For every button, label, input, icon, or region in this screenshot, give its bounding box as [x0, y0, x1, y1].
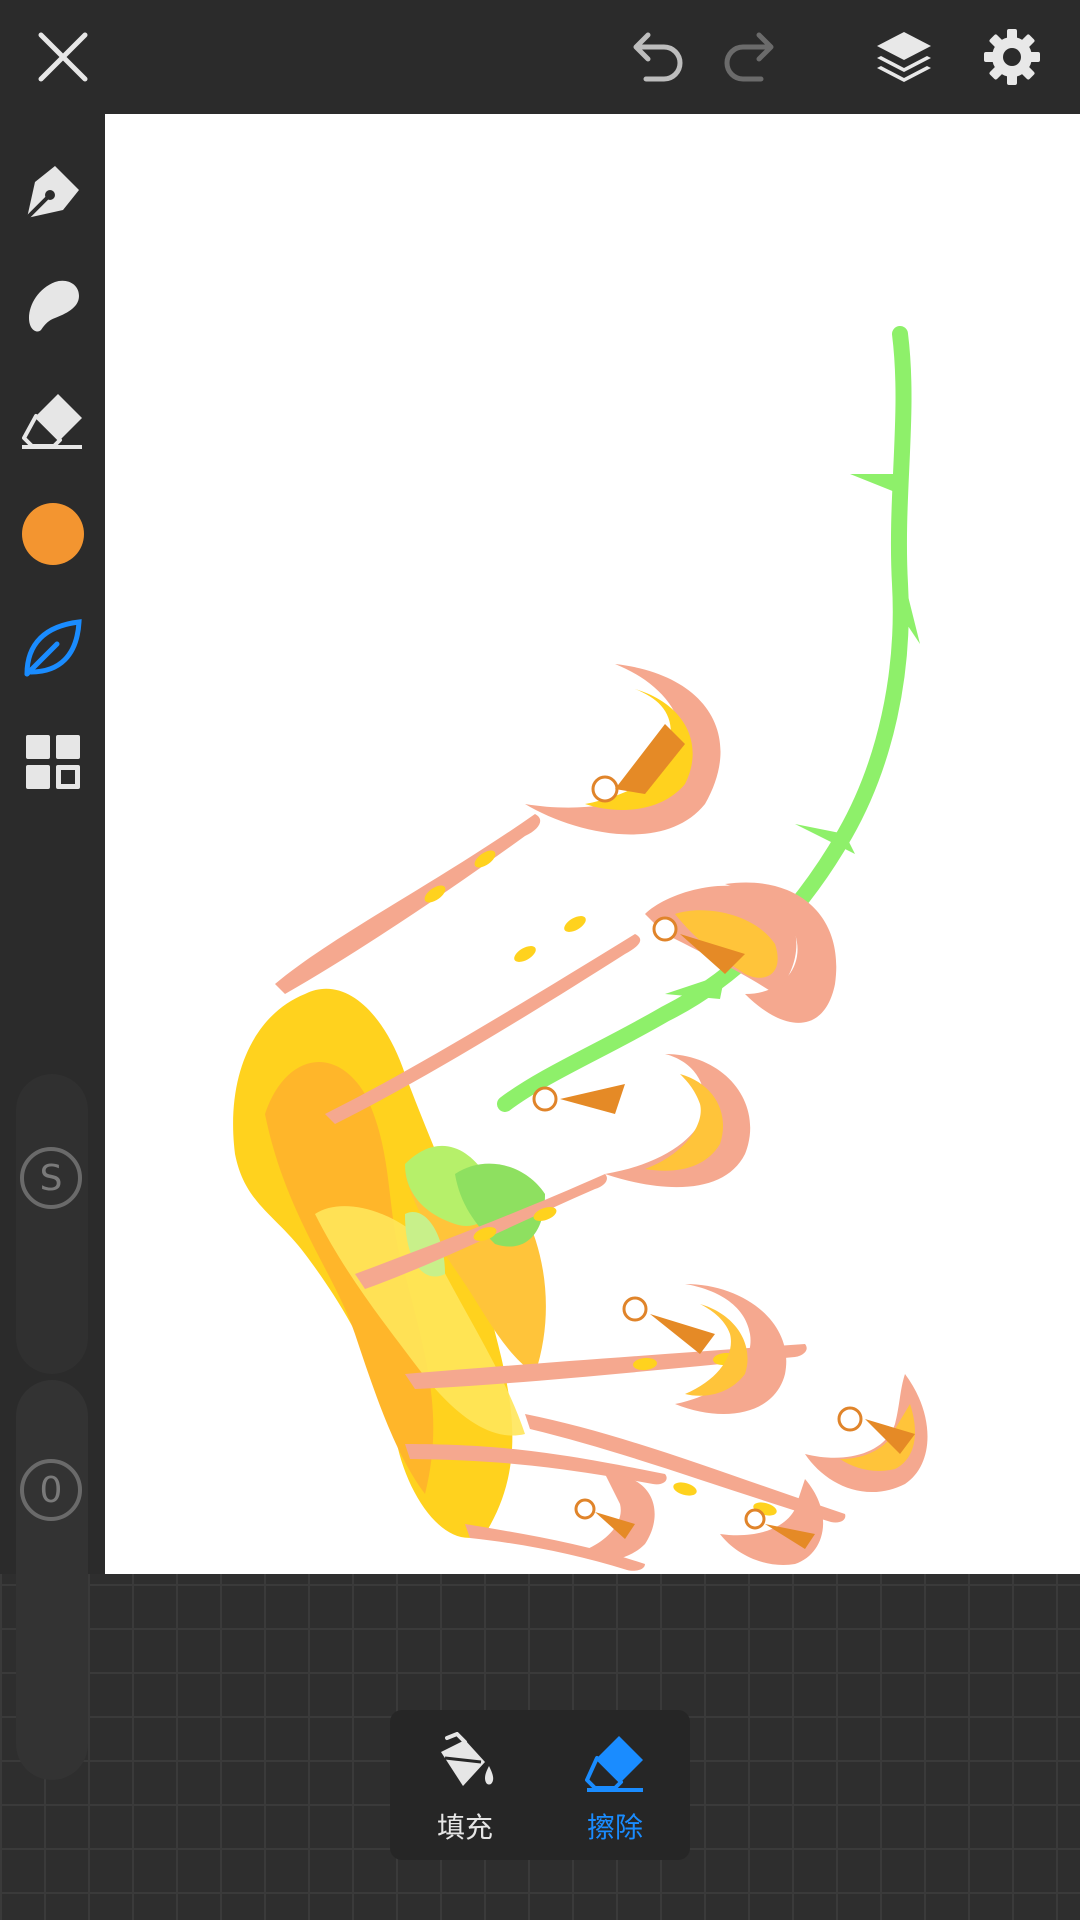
erase-label: 擦除	[586, 1811, 643, 1844]
undo-button[interactable]	[620, 26, 692, 88]
size-slider-thumb[interactable]: S	[20, 1147, 82, 1209]
settings-button[interactable]	[976, 22, 1048, 92]
fill-button[interactable]: 填充	[390, 1710, 540, 1860]
artwork	[233, 326, 928, 1571]
layers-button[interactable]	[868, 22, 940, 92]
size-slider-label: S	[39, 1157, 63, 1199]
layers-icon	[877, 32, 931, 82]
fill-erase-panel: 填充 擦除	[390, 1710, 690, 1860]
eraser-tool[interactable]	[0, 370, 105, 470]
smudge-tool[interactable]	[0, 256, 105, 356]
color-swatch	[21, 503, 84, 565]
grid-tool[interactable]	[0, 712, 105, 812]
opacity-slider-label: 0	[39, 1469, 63, 1511]
eraser-icon	[21, 394, 82, 449]
grid-icon	[25, 735, 80, 789]
top-bar	[0, 0, 1080, 114]
opacity-slider-thumb[interactable]: 0	[20, 1459, 82, 1521]
pen-nib-icon	[25, 166, 79, 220]
leaf-icon	[24, 619, 82, 677]
erase-button[interactable]: 擦除	[540, 1710, 690, 1860]
fill-label: 填充	[436, 1811, 493, 1844]
gear-icon	[984, 29, 1040, 85]
smudge-icon	[28, 280, 79, 332]
redo-icon	[724, 32, 774, 82]
color-picker[interactable]	[0, 484, 105, 584]
eraser-icon	[585, 1736, 643, 1792]
drawing-canvas[interactable]	[105, 114, 1080, 1574]
paint-bucket-icon	[441, 1732, 494, 1786]
pen-tool[interactable]	[0, 142, 105, 242]
redo-button[interactable]	[715, 26, 787, 88]
tool-sidebar: S	[0, 114, 105, 1574]
close-button[interactable]	[30, 26, 96, 88]
brush-tool[interactable]	[0, 598, 105, 698]
opacity-slider[interactable]	[16, 1380, 88, 1780]
close-icon	[38, 32, 88, 82]
undo-icon	[633, 32, 683, 82]
size-slider[interactable]	[16, 1074, 88, 1374]
